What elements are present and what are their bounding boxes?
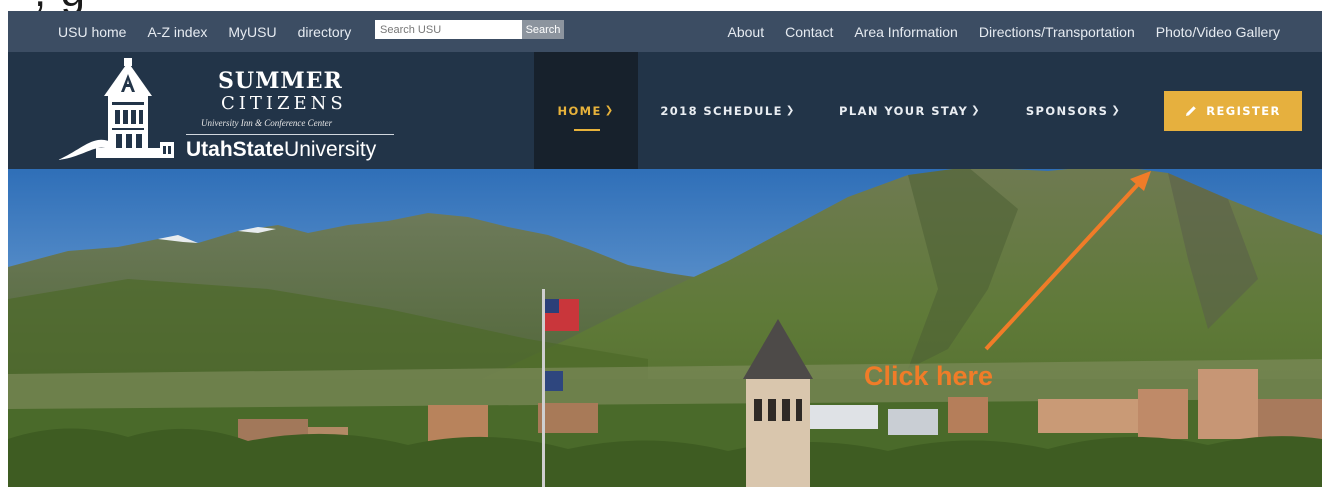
site-logo[interactable]: SUMMER CITIZENS University Inn & Confere…	[58, 56, 398, 164]
main-nav: SUMMER CITIZENS University Inn & Confere…	[8, 52, 1322, 169]
utility-bar: USU home A-Z index MyUSU directory Searc…	[8, 11, 1322, 52]
myusu-link[interactable]: MyUSU	[228, 24, 276, 40]
old-main-tower-logo-icon	[58, 58, 174, 160]
utility-right-links: About Contact Area Information Direction…	[707, 11, 1281, 52]
chevron-down-icon: ❯	[971, 105, 981, 116]
logo-university-regular: University	[284, 138, 377, 161]
page: , g USU home A-Z index MyUSU directory S…	[0, 0, 1330, 487]
photo-video-gallery-link[interactable]: Photo/Video Gallery	[1156, 24, 1280, 40]
register-button[interactable]: REGISTER	[1164, 91, 1302, 131]
logo-utah-state-bold: UtahState	[186, 138, 285, 161]
click-here-annotation: Click here	[864, 361, 994, 391]
primary-nav: HOME ❯ 2018 SCHEDULE ❯ PLAN YOUR STAY ❯ …	[534, 52, 1145, 169]
register-button-label: REGISTER	[1206, 104, 1281, 118]
about-link[interactable]: About	[728, 24, 765, 40]
nav-item-plan-your-stay[interactable]: PLAN YOUR STAY ❯	[818, 52, 1002, 169]
directory-link[interactable]: directory	[298, 24, 352, 40]
nav-item-home-label: HOME	[557, 103, 602, 118]
campus-mountain-photo	[8, 169, 1322, 487]
logo-citizens-text: CITIZENS	[221, 93, 347, 114]
chevron-down-icon: ❯	[1111, 105, 1122, 116]
logo-university-inn-text: University Inn & Conference Center	[201, 118, 333, 128]
logo-summer-text: SUMMER	[218, 68, 343, 94]
logo-divider	[186, 134, 394, 135]
search-button[interactable]: Search	[522, 20, 564, 39]
directions-transportation-link[interactable]: Directions/Transportation	[979, 24, 1135, 40]
nav-item-sponsors-label: SPONSORS	[1025, 103, 1109, 118]
chevron-down-icon: ❯	[604, 105, 615, 116]
nav-item-schedule-label: 2018 SCHEDULE	[660, 103, 783, 118]
usu-home-link[interactable]: USU home	[58, 24, 126, 40]
area-information-link[interactable]: Area Information	[854, 24, 958, 40]
nav-item-home[interactable]: HOME ❯	[534, 52, 638, 169]
nav-item-2018-schedule[interactable]: 2018 SCHEDULE ❯	[638, 52, 818, 169]
contact-link[interactable]: Contact	[785, 24, 833, 40]
pencil-icon	[1186, 106, 1197, 116]
hero-image	[8, 169, 1322, 487]
a-z-index-link[interactable]: A-Z index	[147, 24, 207, 40]
chevron-down-icon: ❯	[785, 105, 796, 116]
active-underline	[574, 129, 600, 131]
logo-utah-state-university: UtahStateUniversity	[186, 138, 376, 162]
nav-item-sponsors[interactable]: SPONSORS ❯	[1002, 52, 1145, 169]
nav-item-plan-label: PLAN YOUR STAY	[839, 103, 969, 118]
search-input[interactable]	[375, 20, 522, 39]
